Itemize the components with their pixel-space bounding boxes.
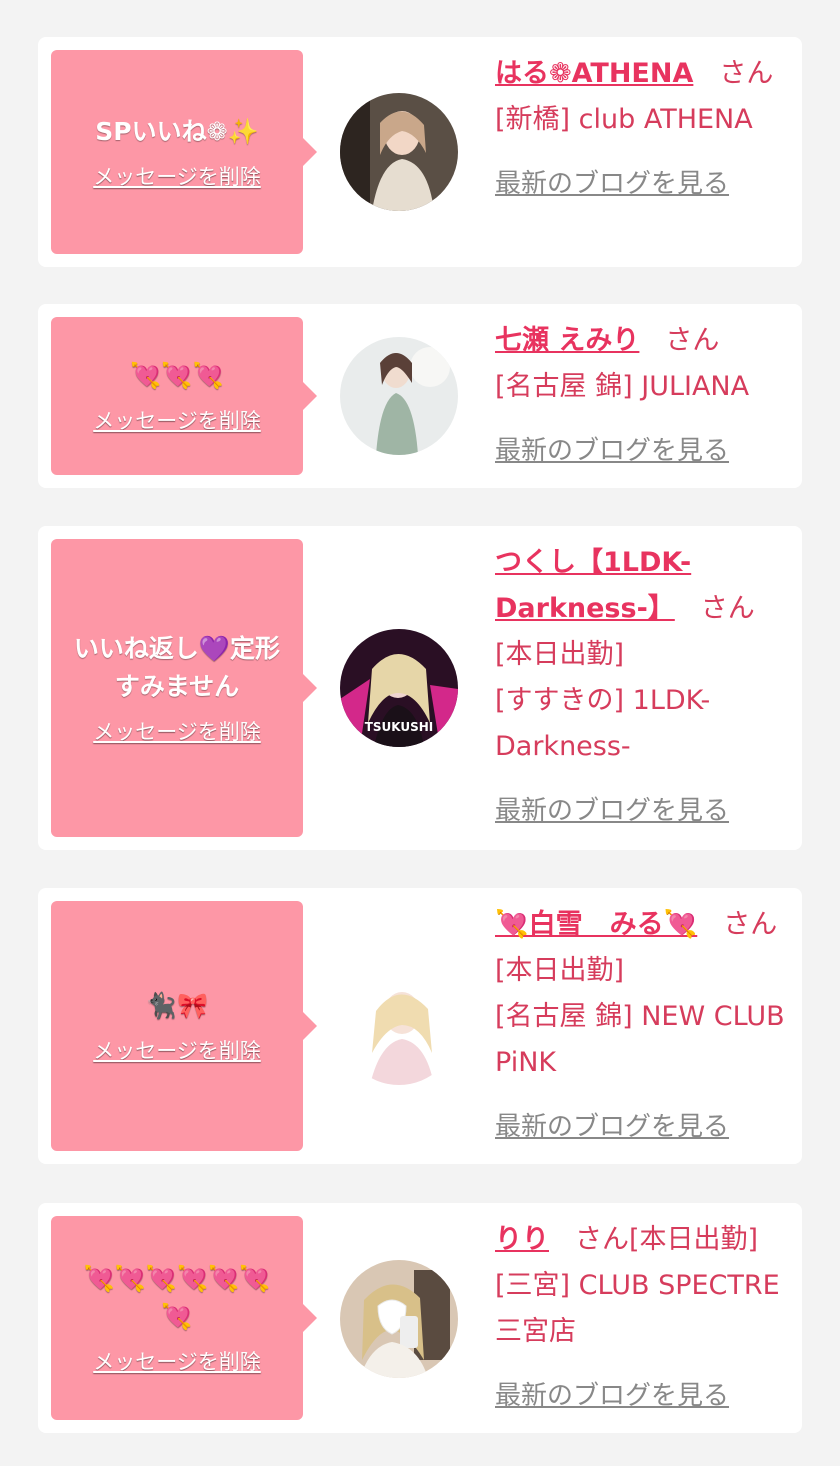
name-suffix: さん bbox=[719, 58, 774, 89]
message-text: いいね返し💜定形 すみません bbox=[73, 634, 281, 701]
cast-info: 💘白雪 みる💘 さん[本日出勤] [名古屋 錦] NEW CLUB PiNK 最新… bbox=[495, 902, 790, 1150]
cast-info: つくし【1LDK-Darkness-】 さん[本日出勤] [すすきの] 1LDK-… bbox=[495, 540, 790, 834]
delete-message-link[interactable]: メッセージを削除 bbox=[93, 1346, 261, 1376]
message-text: 🐈‍⬛🎀 bbox=[145, 991, 209, 1020]
delete-message-link[interactable]: メッセージを削除 bbox=[93, 405, 261, 435]
cast-name-link[interactable]: りり bbox=[495, 1224, 549, 1255]
message-bubble: SPいいね❁✨ メッセージを削除 bbox=[51, 50, 317, 254]
shop-name: [すすきの] 1LDK-Darkness- bbox=[495, 685, 711, 762]
shop-name: [新橋] club ATHENA bbox=[495, 104, 753, 135]
message-bubble: 💘💘💘 メッセージを削除 bbox=[51, 317, 317, 475]
shop-name: [名古屋 錦] NEW CLUB PiNK bbox=[495, 1001, 785, 1078]
message-bubble: いいね返し💜定形 すみません メッセージを削除 bbox=[51, 539, 317, 837]
delete-message-link[interactable]: メッセージを削除 bbox=[93, 161, 261, 191]
latest-blog-link[interactable]: 最新のブログを見る bbox=[495, 1104, 790, 1150]
name-suffix: さん[本日出勤] bbox=[575, 1224, 759, 1255]
name-suffix: さん bbox=[665, 325, 720, 356]
cast-name-link[interactable]: 七瀬 えみり bbox=[495, 325, 639, 356]
favorite-card: SPいいね❁✨ メッセージを削除 はる❁ATHENA さん [新橋] club A… bbox=[38, 37, 802, 267]
message-text: 💘💘💘 bbox=[130, 361, 224, 390]
avatar[interactable] bbox=[340, 93, 458, 211]
favorite-card: 💘💘💘 メッセージを削除 七瀬 えみり さん [名古屋 錦] JULIANA 最新… bbox=[38, 304, 802, 488]
latest-blog-link[interactable]: 最新のブログを見る bbox=[495, 788, 790, 834]
avatar[interactable]: TSUKUSHI bbox=[340, 629, 458, 747]
latest-blog-link[interactable]: 最新のブログを見る bbox=[495, 428, 790, 474]
favorite-card: いいね返し💜定形 すみません メッセージを削除 TSUKUSHI つくし【1LD… bbox=[38, 526, 802, 850]
cast-name-link[interactable]: つくし【1LDK-Darkness-】 bbox=[495, 547, 691, 624]
cast-info: りり さん[本日出勤] [三宮] CLUB SPECTRE 三宮店 最新のブログを… bbox=[495, 1217, 790, 1419]
cast-name-link[interactable]: 💘白雪 みる💘 bbox=[495, 909, 697, 940]
message-text: SPいいね❁✨ bbox=[95, 117, 259, 146]
svg-text:TSUKUSHI: TSUKUSHI bbox=[365, 720, 434, 734]
message-bubble: 💘💘💘💘💘💘💘 メッセージを削除 bbox=[51, 1216, 317, 1420]
shop-name: [三宮] CLUB SPECTRE 三宮店 bbox=[495, 1270, 780, 1347]
delete-message-link[interactable]: メッセージを削除 bbox=[93, 716, 261, 746]
latest-blog-link[interactable]: 最新のブログを見る bbox=[495, 161, 790, 207]
cast-info: はる❁ATHENA さん [新橋] club ATHENA 最新のブログを見る bbox=[495, 51, 790, 207]
favorite-card: 🐈‍⬛🎀 メッセージを削除 💘白雪 みる💘 さん[本日出勤] [名古屋 錦] NE… bbox=[38, 888, 802, 1164]
delete-message-link[interactable]: メッセージを削除 bbox=[93, 1035, 261, 1065]
cast-info: 七瀬 えみり さん [名古屋 錦] JULIANA 最新のブログを見る bbox=[495, 318, 790, 474]
avatar[interactable] bbox=[340, 337, 458, 455]
shop-name: [名古屋 錦] JULIANA bbox=[495, 371, 750, 402]
avatar[interactable] bbox=[340, 967, 458, 1085]
message-text: 💘💘💘💘💘💘💘 bbox=[83, 1264, 271, 1331]
cast-name-link[interactable]: はる❁ATHENA bbox=[495, 58, 693, 89]
favorite-card: 💘💘💘💘💘💘💘 メッセージを削除 りり さん[本日出勤] [三宮] CLUB SP… bbox=[38, 1203, 802, 1433]
message-bubble: 🐈‍⬛🎀 メッセージを削除 bbox=[51, 901, 317, 1151]
latest-blog-link[interactable]: 最新のブログを見る bbox=[495, 1373, 790, 1419]
avatar[interactable] bbox=[340, 1260, 458, 1378]
